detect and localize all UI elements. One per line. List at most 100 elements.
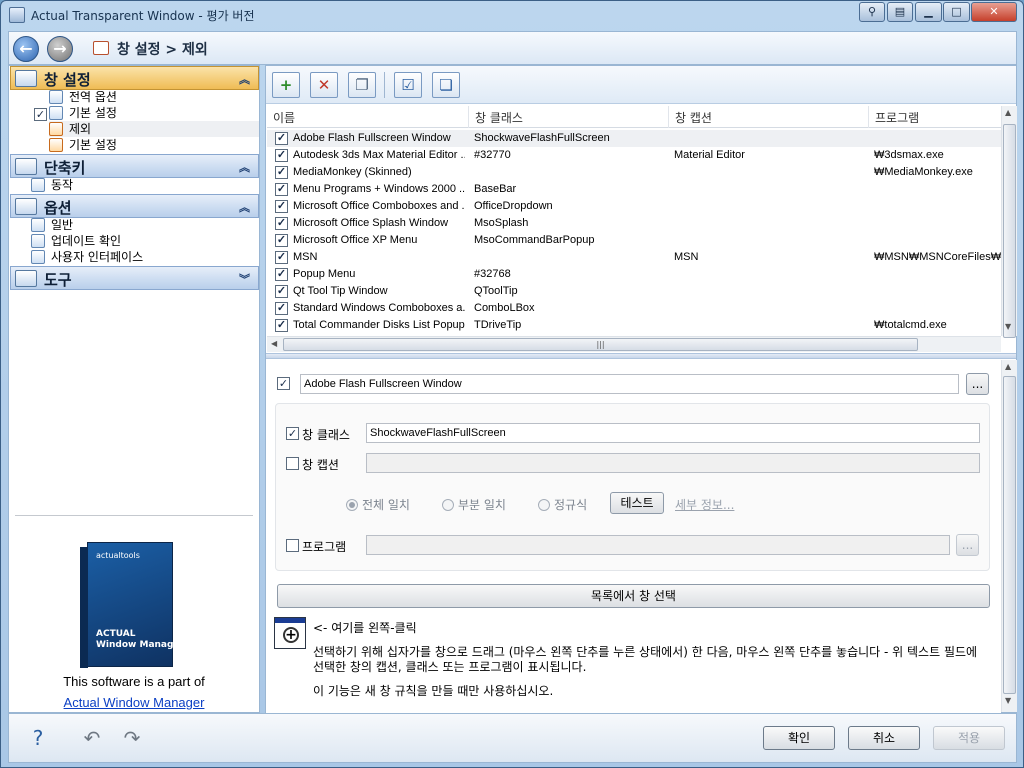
window-caption-checkbox[interactable] [286,457,299,470]
table-row[interactable]: ✓ Microsoft Office XP Menu MsoCommandBarPo… [267,232,1001,249]
minimize-button[interactable]: ▁ [915,2,942,22]
program-input[interactable] [366,535,950,555]
collapse-icon[interactable]: ︽ [239,159,250,175]
section-hotkeys[interactable]: 단축키 ︽ [10,154,259,178]
table-row[interactable]: ✓ Popup Menu #32768 [267,266,1001,283]
title-bar[interactable]: Actual Transparent Window - 평가 버전 ⚲ ▤ ▁ … [1,1,1023,29]
redo-icon[interactable]: ↷ [117,724,147,752]
sidebar-item-label: 전역 옵션 [69,90,117,104]
rule-name-input[interactable]: Adobe Flash Fullscreen Window [300,374,959,394]
sidebar-item-actions[interactable]: 동작 [31,177,231,193]
sidebar-item-default-settings[interactable]: 기본 설정 [49,137,249,153]
column-header-caption[interactable]: 창 캡션 [675,109,712,126]
scroll-thumb[interactable]: ||| [283,338,918,351]
check-all-button[interactable]: ☑ [394,72,422,98]
row-checkbox[interactable]: ✓ [275,251,288,264]
match-partial-radio[interactable] [442,499,454,511]
section-options[interactable]: 옵션 ︽ [10,194,259,218]
section-tools[interactable]: 도구 ︾ [10,266,259,290]
scroll-up-icon[interactable]: ▲ [1005,108,1011,117]
table-horizontal-scrollbar[interactable]: ◀ ||| [267,336,1001,352]
detail-vertical-scrollbar[interactable]: ▲ ▼ [1001,360,1017,712]
scroll-up-icon[interactable]: ▲ [1005,362,1011,371]
column-header-class[interactable]: 창 클래스 [475,109,523,126]
row-checkbox[interactable]: ✓ [275,200,288,213]
column-header-name[interactable]: 이름 [273,109,295,126]
window-caption-input[interactable] [366,453,980,473]
row-checkbox[interactable]: ✓ [275,319,288,332]
expand-icon[interactable]: ︾ [239,271,250,287]
table-row[interactable]: ✓ Standard Windows Comboboxes a... ComboLB… [267,300,1001,317]
collapse-icon[interactable]: ︽ [239,199,250,215]
window-class-checkbox[interactable]: ✓ [286,427,299,440]
match-exact-radio[interactable] [346,499,358,511]
row-checkbox[interactable]: ✓ [275,183,288,196]
close-button[interactable]: ✕ [971,2,1017,22]
column-separator[interactable] [468,106,469,128]
details-link[interactable]: 세부 정보... [675,496,734,513]
pin-icon[interactable]: ⚲ [859,2,885,22]
table-row[interactable]: ✓ Menu Programs + Windows 2000 ... BaseBar [267,181,1001,198]
table-vertical-scrollbar[interactable]: ▲ ▼ [1001,106,1017,338]
scroll-down-icon[interactable]: ▼ [1005,696,1011,705]
maximize-button[interactable]: □ [943,2,970,22]
column-header-program[interactable]: 프로그램 [875,109,919,126]
scroll-thumb[interactable] [1003,376,1016,694]
delete-rule-button[interactable]: ✕ [310,72,338,98]
sidebar-item-global-options[interactable]: 전역 옵션 [49,89,249,105]
row-checkbox[interactable]: ✓ [275,234,288,247]
forward-button[interactable]: → [47,36,73,62]
basic-settings-checkbox[interactable]: ✓ [34,108,47,121]
rule-enabled-checkbox[interactable]: ✓ [277,377,290,390]
program-checkbox[interactable] [286,539,299,552]
row-checkbox[interactable]: ✓ [275,166,288,179]
match-regex-radio[interactable] [538,499,550,511]
help-icon[interactable]: ? [23,724,53,752]
sidebar-item-exclusions[interactable]: 제외 [49,121,259,137]
splitter[interactable] [266,353,1016,359]
sidebar-item-basic-settings[interactable]: 기본 설정 [49,105,249,121]
test-button[interactable]: 테스트 [610,492,664,514]
column-separator[interactable] [868,106,869,128]
table-row[interactable]: ✓ MediaMonkey (Skinned) ₩MediaMonkey.exe [267,164,1001,181]
add-rule-button[interactable]: + [272,72,300,98]
column-separator[interactable] [668,106,669,128]
sidebar-item-update-check[interactable]: 업데이트 확인 [31,233,231,249]
table-row[interactable]: ✓ Adobe Flash Fullscreen Window ShockwaveF… [267,130,1001,147]
row-checkbox[interactable]: ✓ [275,132,288,145]
rule-name-browse-button[interactable]: ... [966,373,989,395]
row-checkbox[interactable]: ✓ [275,149,288,162]
table-row[interactable]: ✓ MSN MSN ₩MSN₩MSNCoreFiles₩ [267,249,1001,266]
section-window-settings[interactable]: 창 설정 ︽ [10,66,259,90]
table-row[interactable]: ✓ Total Commander Disks List Popup TDriveT… [267,317,1001,334]
uncheck-all-button[interactable]: ❏ [432,72,460,98]
row-checkbox[interactable]: ✓ [275,285,288,298]
table-row[interactable]: ✓ Microsoft Office Comboboxes and ... Offi… [267,198,1001,215]
sidebar-item-user-interface[interactable]: 사용자 인터페이스 [31,249,251,265]
program-browse-button[interactable]: ... [956,534,979,556]
window-settings-icon [93,41,109,55]
undo-icon[interactable]: ↶ [77,724,107,752]
scroll-down-icon[interactable]: ▼ [1005,322,1011,331]
row-checkbox[interactable]: ✓ [275,217,288,230]
window-class-input[interactable]: ShockwaveFlashFullScreen [366,423,980,443]
cancel-button[interactable]: 취소 [848,726,920,750]
table-row[interactable]: ✓ Microsoft Office Splash Window MsoSplash [267,215,1001,232]
collapse-icon[interactable]: ︽ [239,71,250,87]
select-from-list-button[interactable]: 목록에서 창 선택 [277,584,990,608]
row-checkbox[interactable]: ✓ [275,302,288,315]
table-row[interactable]: ✓ Qt Tool Tip Window QToolTip [267,283,1001,300]
copy-rule-button[interactable]: ❐ [348,72,376,98]
roll-up-icon[interactable]: ▤ [887,2,913,22]
ok-button[interactable]: 확인 [763,726,835,750]
crosshair-icon: + [283,627,299,643]
row-checkbox[interactable]: ✓ [275,268,288,281]
window-finder-crosshair[interactable]: + [274,617,306,649]
scroll-left-icon[interactable]: ◀ [271,339,277,348]
back-button[interactable]: ← [13,36,39,62]
product-link[interactable]: Actual Window Manager [9,695,259,710]
apply-button[interactable]: 적용 [933,726,1005,750]
table-row[interactable]: ✓ Autodesk 3ds Max Material Editor ... #32… [267,147,1001,164]
sidebar-item-general[interactable]: 일반 [31,217,231,233]
scroll-thumb[interactable] [1003,124,1016,338]
